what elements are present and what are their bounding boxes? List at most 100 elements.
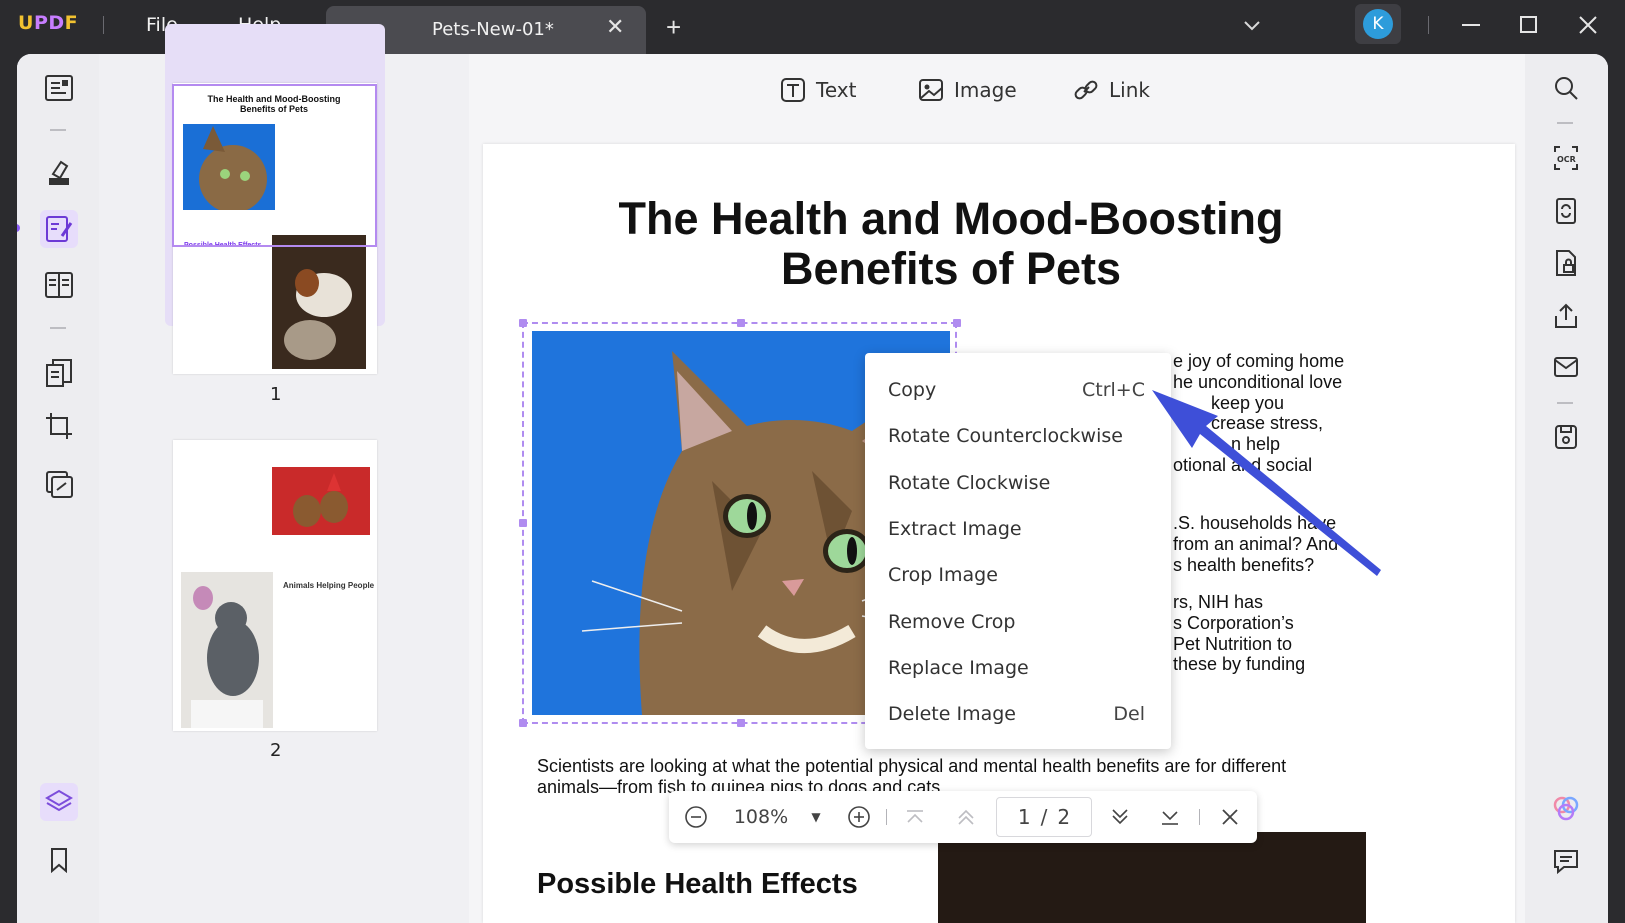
thumb-gray-cat-image bbox=[181, 572, 273, 728]
text-tool-icon bbox=[781, 78, 805, 102]
current-page: 1 bbox=[1017, 805, 1031, 829]
zoom-level-select[interactable]: 108% bbox=[725, 791, 797, 843]
resize-handle[interactable] bbox=[737, 319, 745, 327]
add-image-button[interactable]: Image bbox=[918, 74, 1017, 106]
text-line: Pet Nutrition to bbox=[1173, 633, 1293, 654]
thumb-viewport-frame bbox=[172, 84, 377, 247]
add-text-button[interactable]: Text bbox=[780, 74, 856, 106]
left-toolbar bbox=[17, 54, 99, 923]
paragraph-3[interactable]: rs, NIH has s Corporation’s Pet Nutritio… bbox=[1173, 592, 1305, 675]
shortcut-label: Del bbox=[1113, 703, 1145, 725]
page-layout-icon[interactable] bbox=[40, 266, 78, 304]
tab-title: Pets-New-01* bbox=[432, 19, 554, 40]
menu-item-copy[interactable]: Copy Ctrl+C bbox=[865, 367, 1171, 413]
page-number-input[interactable]: 1 / 2 bbox=[996, 797, 1092, 837]
email-icon[interactable] bbox=[1547, 348, 1585, 386]
dog-image-partial[interactable] bbox=[938, 832, 1366, 923]
maximize-icon[interactable] bbox=[1518, 14, 1540, 41]
edit-pdf-icon[interactable] bbox=[40, 210, 78, 248]
save-icon[interactable] bbox=[1547, 418, 1585, 456]
menu-item-crop-image[interactable]: Crop Image bbox=[865, 552, 1171, 598]
zoom-out-icon[interactable] bbox=[681, 791, 711, 843]
close-window-icon[interactable] bbox=[1577, 14, 1599, 41]
thumbnail-page-number-2: 2 bbox=[270, 740, 282, 761]
image-tool-icon bbox=[919, 79, 943, 101]
comment-highlighter-icon[interactable] bbox=[40, 154, 78, 192]
protect-pdf-icon[interactable] bbox=[1547, 244, 1585, 282]
close-zoom-bar-icon[interactable] bbox=[1216, 791, 1244, 843]
first-page-icon[interactable] bbox=[902, 791, 928, 843]
resize-handle[interactable] bbox=[519, 719, 527, 727]
updf-logo[interactable]: UPDF bbox=[18, 12, 78, 34]
document-title-line-1: The Health and Mood-Boosting bbox=[618, 193, 1284, 244]
image-context-menu: Copy Ctrl+C Rotate Counterclockwise Rota… bbox=[865, 353, 1171, 749]
menu-item-label: Remove Crop bbox=[888, 611, 1016, 633]
ai-assistant-icon[interactable] bbox=[1547, 790, 1585, 828]
last-page-icon[interactable] bbox=[1157, 791, 1183, 843]
close-tab-icon[interactable]: ✕ bbox=[606, 14, 624, 40]
image-tool-label: Image bbox=[954, 78, 1017, 102]
link-tool-label: Link bbox=[1109, 78, 1150, 102]
previous-page-icon[interactable] bbox=[953, 791, 979, 843]
text-line: Scientists are looking at what the poten… bbox=[537, 756, 1287, 776]
zoom-dropdown-icon[interactable]: ▼ bbox=[805, 791, 827, 843]
page-separator: / bbox=[1040, 805, 1048, 829]
divider bbox=[50, 327, 66, 329]
section-heading[interactable]: Possible Health Effects bbox=[537, 868, 858, 901]
resize-handle[interactable] bbox=[519, 519, 527, 527]
menu-item-remove-crop[interactable]: Remove Crop bbox=[865, 599, 1171, 645]
zoom-in-icon[interactable] bbox=[844, 791, 874, 843]
next-page-icon[interactable] bbox=[1107, 791, 1133, 843]
convert-pdf-icon[interactable] bbox=[1547, 192, 1585, 230]
resize-handle[interactable] bbox=[737, 719, 745, 727]
divider bbox=[1557, 122, 1573, 124]
thumb-subheading-2: Animals Helping People bbox=[283, 581, 375, 590]
minimize-icon[interactable] bbox=[1460, 14, 1482, 41]
menu-item-rotate-clockwise[interactable]: Rotate Clockwise bbox=[865, 460, 1171, 506]
menu-item-label: Delete Image bbox=[888, 703, 1016, 725]
bookmark-icon[interactable] bbox=[40, 841, 78, 879]
ocr-icon[interactable]: OCR bbox=[1547, 139, 1585, 177]
resize-handle[interactable] bbox=[519, 319, 527, 327]
text-tool-label: Text bbox=[816, 78, 857, 102]
svg-text:OCR: OCR bbox=[1557, 155, 1576, 164]
divider bbox=[886, 809, 887, 825]
link-tool-icon bbox=[1074, 80, 1098, 100]
menu-item-label: Extract Image bbox=[888, 518, 1022, 540]
menu-item-extract-image[interactable]: Extract Image bbox=[865, 506, 1171, 552]
share-icon[interactable] bbox=[1547, 297, 1585, 335]
text-line: these by funding bbox=[1173, 654, 1306, 675]
chevron-down-icon[interactable] bbox=[1241, 14, 1263, 41]
thumbnail-page-number-1: 1 bbox=[270, 384, 282, 405]
shortcut-label: Ctrl+C bbox=[1082, 379, 1145, 401]
reader-mode-icon[interactable] bbox=[40, 69, 78, 107]
convert-icon[interactable] bbox=[40, 465, 78, 503]
layers-icon[interactable] bbox=[40, 783, 78, 821]
comments-list-icon[interactable] bbox=[1547, 842, 1585, 880]
avatar: K bbox=[1363, 9, 1393, 39]
resize-handle[interactable] bbox=[953, 319, 961, 327]
annotation-arrow bbox=[1152, 390, 1381, 576]
menu-item-label: Rotate Clockwise bbox=[888, 472, 1051, 494]
divider bbox=[1428, 16, 1429, 34]
menu-item-replace-image[interactable]: Replace Image bbox=[865, 645, 1171, 691]
thumb-dogs-image bbox=[272, 467, 370, 535]
search-icon[interactable] bbox=[1547, 69, 1585, 107]
crop-icon[interactable] bbox=[40, 407, 78, 445]
account-button[interactable]: K bbox=[1355, 4, 1401, 44]
thumbnail-page-2[interactable]: Animals Helping People bbox=[173, 440, 377, 731]
new-tab-icon[interactable]: + bbox=[666, 12, 681, 43]
menu-item-delete-image[interactable]: Delete Image Del bbox=[865, 691, 1171, 737]
menu-item-label: Crop Image bbox=[888, 564, 998, 586]
thumb-dogcat-image bbox=[272, 235, 366, 369]
add-link-button[interactable]: Link bbox=[1073, 74, 1150, 106]
menu-item-label: Replace Image bbox=[888, 657, 1029, 679]
divider bbox=[50, 129, 66, 131]
menu-item-rotate-counterclockwise[interactable]: Rotate Counterclockwise bbox=[865, 413, 1171, 459]
total-pages: 2 bbox=[1057, 805, 1071, 829]
text-line: s Corporation’s bbox=[1173, 612, 1294, 633]
organize-pages-icon[interactable] bbox=[40, 354, 78, 392]
menu-item-label: Rotate Counterclockwise bbox=[888, 425, 1123, 447]
menu-item-label: Copy bbox=[888, 379, 937, 401]
document-title[interactable]: The Health and Mood-Boosting Benefits of… bbox=[483, 194, 1419, 294]
